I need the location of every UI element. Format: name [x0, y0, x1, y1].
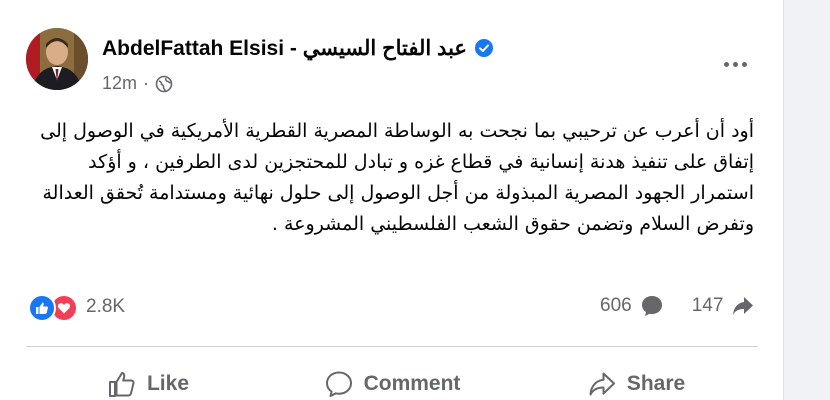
post-header: AbdelFattah Elsisi - عبد الفتاح السيسي	[102, 33, 493, 63]
author-name[interactable]: AbdelFattah Elsisi - عبد الفتاح السيسي	[102, 36, 467, 61]
post-timestamp[interactable]: 12m	[102, 73, 137, 94]
post-actions: Like Comment Share	[26, 360, 758, 400]
more-dot	[723, 61, 729, 67]
post-meta: 12m ·	[102, 73, 173, 94]
shares-count[interactable]: 147	[692, 295, 724, 317]
reactions-count: 2.8K	[86, 296, 126, 317]
reactions-summary[interactable]: 2.8K	[28, 294, 126, 322]
reaction-icons	[28, 294, 78, 322]
engagement-stats: 606 147	[600, 294, 755, 318]
page: AbdelFattah Elsisi - عبد الفتاح السيسي 1…	[0, 0, 830, 400]
meta-separator: ·	[143, 73, 150, 93]
comment-bubble-icon	[640, 294, 664, 318]
comments-count[interactable]: 606	[600, 295, 632, 317]
verified-badge-icon	[474, 39, 493, 57]
comment-button[interactable]: Comment	[270, 360, 514, 400]
comment-icon	[324, 369, 354, 399]
share-label: Share	[626, 372, 686, 395]
avatar-portrait-icon	[26, 28, 88, 90]
share-button[interactable]: Share	[514, 360, 758, 400]
more-options-icon[interactable]	[718, 54, 752, 74]
author-avatar[interactable]	[26, 28, 88, 90]
more-dot	[741, 61, 747, 67]
post-card: AbdelFattah Elsisi - عبد الفتاح السيسي 1…	[0, 0, 784, 400]
globe-icon[interactable]	[155, 75, 173, 93]
post-text: أود أن أعرب عن ترحيبي بما نجحت به الوساط…	[40, 120, 754, 235]
like-reaction-icon	[28, 294, 56, 322]
like-label: Like	[146, 372, 190, 395]
like-button[interactable]: Like	[26, 360, 270, 400]
comment-label: Comment	[363, 372, 461, 395]
share-icon	[587, 369, 617, 399]
share-arrow-icon	[731, 294, 755, 318]
action-divider	[26, 346, 758, 347]
like-icon	[107, 369, 137, 399]
more-dot	[732, 61, 738, 67]
